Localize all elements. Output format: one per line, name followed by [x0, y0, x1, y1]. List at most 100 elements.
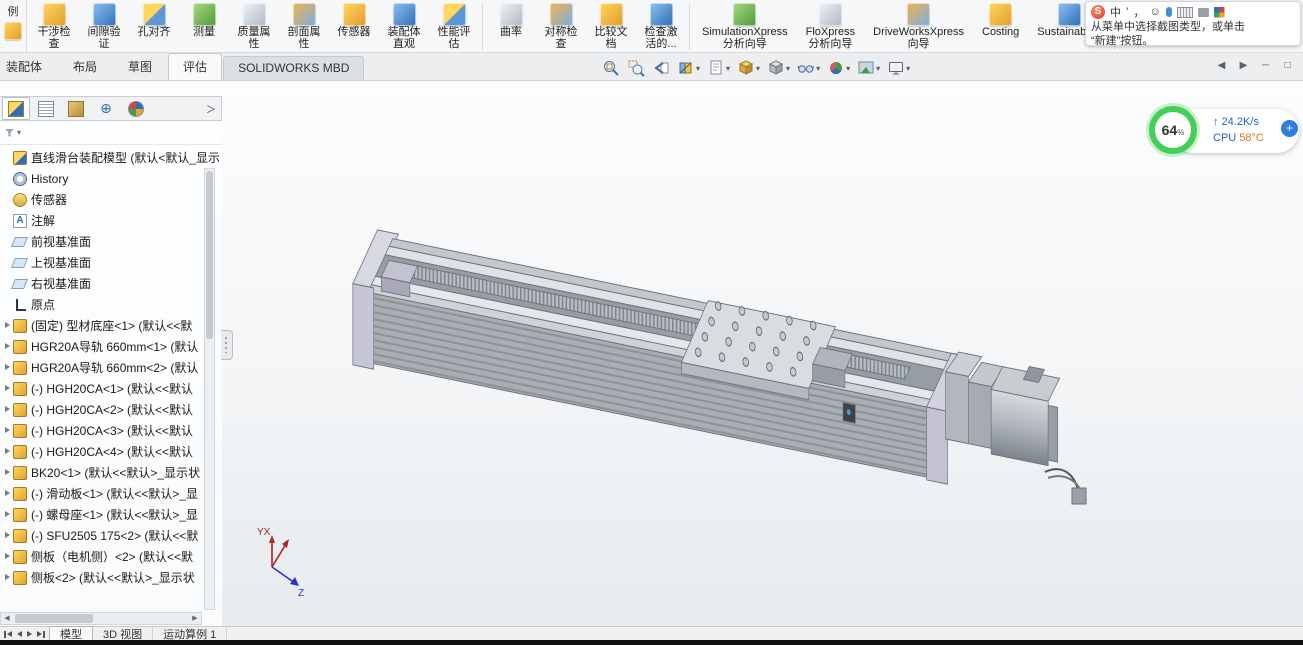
ribbon-button-costing[interactable]: Costing	[973, 1, 1028, 53]
tab-sketch[interactable]: 草图	[113, 53, 167, 80]
ribbon-button-performance-evaluation[interactable]: 性能评估	[429, 1, 479, 53]
ribbon-button-mass-properties[interactable]: 质量属性	[229, 1, 279, 53]
panel-tab-propertymanager[interactable]	[32, 97, 60, 120]
ribbon-button-simulationxpress[interactable]: SimulationXpress分析向导	[693, 1, 797, 53]
tree-horizontal-scrollbar[interactable]: ◀ ▶	[0, 612, 202, 625]
expander-icon[interactable]	[3, 468, 12, 477]
toolbox-icon[interactable]	[1198, 8, 1209, 17]
zoom-area-button[interactable]	[625, 58, 647, 78]
tree-item[interactable]: (-) HGH20CA<1> (默认<<默认	[0, 378, 222, 399]
expander-icon[interactable]	[3, 552, 12, 561]
panel-tab-configurationmanager[interactable]	[62, 97, 90, 120]
tree-item[interactable]: (-) SFU2505 175<2> (默认<<默	[0, 525, 222, 546]
sogou-logo-icon[interactable]: S	[1091, 5, 1105, 19]
minimize-button[interactable]: ─	[1258, 58, 1273, 73]
expander-icon[interactable]	[3, 489, 12, 498]
tree-item[interactable]: 上视基准面	[0, 252, 222, 273]
tree-item[interactable]: 传感器	[0, 189, 222, 210]
expander-icon[interactable]	[3, 573, 12, 582]
expander-icon[interactable]	[3, 531, 12, 540]
ime-toolbar[interactable]: S 中 ’ ， ☺ 从菜单中选择截图类型，或单击 “新建”按钮。	[1085, 1, 1301, 46]
ribbon-button-symmetry-check[interactable]: 对称检查	[536, 1, 586, 53]
tree-item[interactable]: (固定) 型材底座<1> (默认<<默	[0, 315, 222, 336]
expander-icon[interactable]	[3, 447, 12, 456]
pane-left-button[interactable]: ◀	[1214, 58, 1229, 73]
tree-item[interactable]: (-) HGH20CA<4> (默认<<默认	[0, 441, 222, 462]
tab-model[interactable]: 模型	[49, 626, 93, 641]
last-tab-button[interactable]	[36, 631, 46, 638]
tab-motion-study-1[interactable]: 运动算例 1	[153, 627, 227, 641]
view-orientation-button[interactable]: ▾	[735, 58, 762, 78]
expander-icon[interactable]	[3, 405, 12, 414]
expander-icon[interactable]	[3, 321, 12, 330]
next-tab-button[interactable]	[26, 631, 33, 637]
ribbon-button-floxpress[interactable]: FloXpress分析向导	[797, 1, 865, 53]
apostrophe-mark[interactable]: ’	[1126, 6, 1128, 18]
tree-item[interactable]: HGR20A导轨 660mm<1> (默认	[0, 336, 222, 357]
tab-evaluate[interactable]: 评估	[168, 53, 222, 80]
expander-icon[interactable]	[3, 426, 12, 435]
ribbon-button-clearance-verification[interactable]: 间隙验证	[79, 1, 129, 53]
tree-item[interactable]: (-) 螺母座<1> (默认<<默认>_显	[0, 504, 222, 525]
ribbon-button-interference-detection[interactable]: 干涉检查	[29, 1, 79, 53]
tree-item[interactable]: 侧板<2> (默认<<默认>_显示状	[0, 567, 222, 588]
hide-show-items-button[interactable]: ▾	[795, 58, 822, 78]
panel-tab-featuremanager[interactable]	[2, 97, 30, 120]
view-settings-button[interactable]: ▾	[885, 58, 912, 78]
scroll-right-arrow[interactable]: ▶	[189, 613, 201, 624]
tree-item[interactable]: (-) HGH20CA<2> (默认<<默认	[0, 399, 222, 420]
tab-layout[interactable]: 布局	[58, 53, 112, 80]
chinese-mode-toggle[interactable]: 中	[1110, 4, 1121, 20]
ribbon-button-measure[interactable]: 测量	[179, 1, 229, 53]
memory-percent-ring[interactable]: 64%	[1149, 106, 1197, 154]
expander-icon[interactable]	[3, 342, 12, 351]
tree-item[interactable]: (-) HGH20CA<3> (默认<<默认	[0, 420, 222, 441]
tree-item[interactable]: History	[0, 168, 222, 189]
microphone-icon[interactable]	[1166, 7, 1172, 17]
ribbon-button-driveworksxpress[interactable]: DriveWorksXpress向导	[864, 1, 973, 53]
edit-appearance-button[interactable]: ▾	[825, 58, 852, 78]
panel-splitter-handle[interactable]	[221, 330, 233, 360]
ribbon-button-section-properties[interactable]: 剖面属性	[279, 1, 329, 53]
tree-item[interactable]: 直线滑台装配模型 (默认<默认_显示	[0, 147, 222, 168]
ribbon-button-compare-documents[interactable]: 比较文档	[586, 1, 636, 53]
screenshot-grid-icon[interactable]	[1214, 7, 1225, 18]
system-monitor-widget[interactable]: 64% ↑ 24.2K/s CPU 58°C +	[1149, 104, 1299, 158]
scrollbar-thumb[interactable]	[206, 171, 213, 339]
tab-assembly[interactable]: 装配体	[0, 53, 57, 80]
zoom-fit-button[interactable]	[600, 58, 622, 78]
tree-item[interactable]: A注解	[0, 210, 222, 231]
tab-3d-views[interactable]: 3D 视图	[93, 627, 153, 641]
ribbon-button-check-active-document[interactable]: 检查激活的...	[636, 1, 686, 53]
ribbon-button-curvature[interactable]: 曲率	[486, 1, 536, 53]
tab-solidworks-mbd[interactable]: SOLIDWORKS MBD	[223, 56, 364, 80]
tree-item[interactable]: (-) 滑动板<1> (默认<<默认>_显	[0, 483, 222, 504]
restore-button[interactable]: □	[1280, 58, 1295, 73]
section-view-button[interactable]: ▾	[675, 58, 702, 78]
expander-icon[interactable]	[3, 384, 12, 393]
emoji-icon[interactable]: ☺	[1149, 6, 1160, 18]
apply-scene-button[interactable]: ▾	[855, 58, 882, 78]
keyboard-icon[interactable]	[1177, 7, 1193, 18]
prev-tab-button[interactable]	[16, 631, 23, 637]
tree-item[interactable]: HGR20A导轨 660mm<2> (默认	[0, 357, 222, 378]
tree-item[interactable]: 右视基准面	[0, 273, 222, 294]
dynamic-annotation-views-button[interactable]: ▾	[705, 58, 732, 78]
ribbon-partial-button[interactable]: 例	[0, 0, 27, 52]
ribbon-button-sensor[interactable]: 传感器	[329, 1, 379, 53]
pane-right-button[interactable]: ▶	[1236, 58, 1251, 73]
previous-view-button[interactable]	[650, 58, 672, 78]
tree-item[interactable]: 原点	[0, 294, 222, 315]
tree-item[interactable]: BK20<1> (默认<<默认>_显示状	[0, 462, 222, 483]
scrollbar-thumb[interactable]	[15, 614, 93, 623]
tree-item[interactable]: 前视基准面	[0, 231, 222, 252]
panel-tab-displaymanager[interactable]	[122, 97, 150, 120]
display-style-button[interactable]: ▾	[765, 58, 792, 78]
tree-item[interactable]: 侧板（电机侧）<2> (默认<<默	[0, 546, 222, 567]
ribbon-button-hole-alignment[interactable]: 孔对齐	[129, 1, 179, 53]
tree-filter-row[interactable]: ▾	[0, 121, 222, 145]
accelerate-button[interactable]: +	[1281, 120, 1298, 137]
tree-vertical-scrollbar[interactable]	[204, 168, 215, 610]
first-tab-button[interactable]	[3, 631, 13, 638]
panel-tab-dimxpertmanager[interactable]: ⊕	[92, 97, 120, 120]
